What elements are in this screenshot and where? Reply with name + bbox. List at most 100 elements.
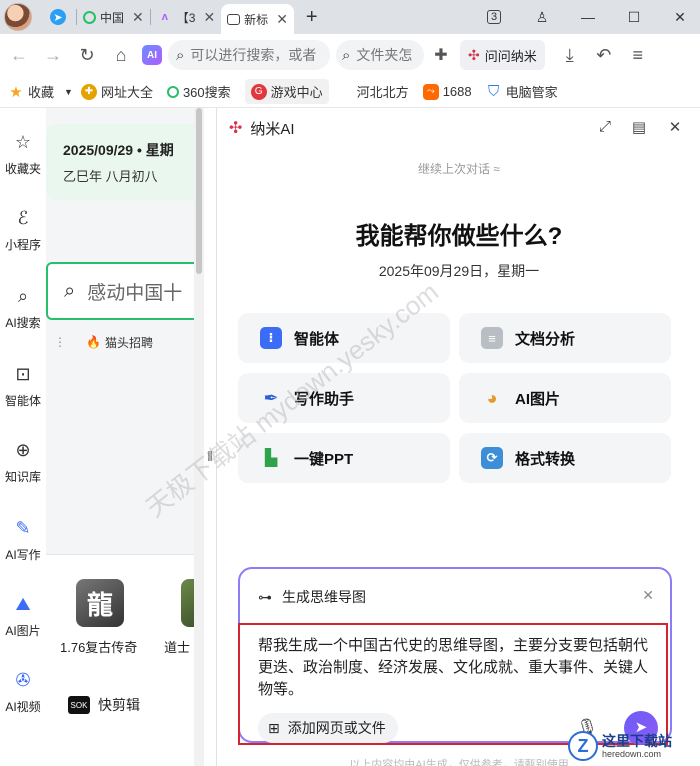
prompt-textarea[interactable]: 帮我生成一个中国古代史的思维导图，主要分支要包括朝代更迭、政治制度、经济发展、文… <box>238 623 668 745</box>
sidebar-item-label: AI图片 <box>5 624 41 638</box>
download-icon[interactable]: ⤓ <box>553 38 587 72</box>
continue-last-chat-link[interactable]: 继续上次对话 ≈ <box>217 160 700 177</box>
ask-nami-button[interactable]: ✣ 问问纳米 <box>460 40 545 70</box>
tab-label: 中国 <box>100 10 125 25</box>
quick-links: ⋮ 🔥 猫头招聘 <box>46 332 194 352</box>
bookmark-hebei[interactable]: 河北北方 <box>357 82 409 101</box>
close-window-icon[interactable]: ✕ <box>662 0 698 34</box>
panel-resize-handle[interactable]: ‖ <box>204 448 216 464</box>
tab-telegram[interactable]: ➤ <box>44 0 76 34</box>
home-icon[interactable]: ⌂ <box>104 38 138 72</box>
attach-label: 添加网页或文件 <box>287 720 386 736</box>
bookmark-pc-manager[interactable]: ⛉ 电脑管家 <box>486 82 558 101</box>
shirt-skin-icon[interactable]: ♙ <box>524 0 560 34</box>
knowledge-base-icon: ⊕ <box>15 440 31 460</box>
sidebar-item-ai-writing[interactable]: ✎ AI写作 <box>0 518 46 563</box>
prompt-text: 帮我生成一个中国古代史的思维导图，主要分支要包括朝代更迭、政治制度、经济发展、文… <box>258 637 649 698</box>
chart-icon: ▙ <box>264 450 278 467</box>
bookmark-site-nav[interactable]: ✚ 网址大全 <box>80 82 153 101</box>
panel-header: ✣ 纳米AI ⤢ ▤ ✕ <box>217 108 700 148</box>
new-tab-page-icon <box>227 13 241 25</box>
bookmark-label: 游戏中心 <box>270 85 323 100</box>
card-ai-image[interactable]: ◕ AI图片 <box>459 373 671 423</box>
forward-arrow-icon[interactable]: → <box>36 38 70 72</box>
sidebar-item-favorites[interactable]: ☆ 收藏夹 <box>0 132 46 177</box>
ntp-search-input[interactable]: ⌕ 感动中国十 <box>46 262 194 320</box>
star-icon: ★ <box>9 83 23 101</box>
chat-history-icon[interactable]: ▤ <box>629 118 649 136</box>
tab-close-icon[interactable]: ✕ <box>276 11 288 28</box>
new-tab-page: 2025/09/29 • 星期 乙巳年 八月初八 ⌕ 感动中国十 ⋮ 🔥 猫头招… <box>46 108 194 766</box>
tab-360-search[interactable]: 中国 ✕ <box>77 0 150 34</box>
date-line: 2025/09/29 • 星期 <box>63 142 174 158</box>
more-dots-icon[interactable]: ⋮ <box>54 335 66 349</box>
sidebar-item-ai-image[interactable]: ⛰ AI图片 <box>0 594 46 639</box>
tab-close-icon[interactable]: ✕ <box>203 9 215 26</box>
bookmark-360-search[interactable]: 360搜索 <box>166 82 231 101</box>
quick-link-label[interactable]: 猫头招聘 <box>105 334 153 351</box>
ai-badge-icon[interactable]: AI <box>142 45 162 65</box>
game-dragon-icon[interactable]: 龍 <box>76 579 124 627</box>
bookmark-label: 1688 <box>442 84 472 99</box>
nami-logo-icon: ✣ <box>229 120 243 137</box>
new-tab-plus-icon[interactable]: + <box>306 6 318 29</box>
scrollbar-thumb[interactable] <box>196 108 202 274</box>
minimize-icon[interactable]: — <box>570 0 606 34</box>
sidebar-item-knowledge-base[interactable]: ⊕ 知识库 <box>0 440 46 485</box>
card-agent[interactable]: ⁝ 智能体 <box>238 313 450 363</box>
game-taoist-icon[interactable] <box>181 579 194 627</box>
mindmap-skill-chip: ⊶ 生成思维导图 <box>258 587 366 607</box>
profile-avatar[interactable] <box>4 3 32 31</box>
sidebar-item-ai-video[interactable]: ✇ AI视频 <box>0 670 46 715</box>
ntp-scrollbar[interactable] <box>194 108 204 766</box>
menu-icon[interactable]: ≡ <box>621 38 655 72</box>
sidebar-item-mini-programs[interactable]: ℰ 小程序 <box>0 208 46 253</box>
search-icon: ⌕ <box>17 286 29 306</box>
game-label[interactable]: 道士 <box>164 637 190 656</box>
telegram-icon: ➤ <box>50 9 66 25</box>
close-icon[interactable]: ✕ <box>665 118 685 136</box>
tab-close-icon[interactable]: ✕ <box>132 9 144 26</box>
tab-count-button[interactable]: 3 <box>476 0 512 34</box>
app-kuaijian[interactable]: SOK 快剪辑 <box>68 695 140 715</box>
360-search-icon <box>166 85 179 98</box>
refresh-icon[interactable]: ↻ <box>70 38 104 72</box>
add-web-or-file-button[interactable]: ⊞ 添加网页或文件 <box>258 713 398 743</box>
sidebar-item-ai-search[interactable]: ⌕ AI搜索 <box>0 286 46 331</box>
back-arrow-icon[interactable]: ← <box>2 38 36 72</box>
search-box[interactable]: ⌕ 文件夹怎 <box>336 40 424 70</box>
convert-icon: ⟳ <box>481 447 503 469</box>
sidebar-item-label: AI写作 <box>5 548 41 562</box>
shield-icon: ⛉ <box>487 83 500 100</box>
close-icon[interactable]: ✕ <box>642 587 654 604</box>
add-file-icon: ⊞ <box>268 720 280 736</box>
panel-headline: 我能帮你做些什么? <box>355 223 563 250</box>
agent-icon: ⊡ <box>15 364 31 384</box>
card-one-click-ppt[interactable]: ▙ 一键PPT <box>238 433 450 483</box>
bookmark-favorites[interactable]: ★ 收藏 ▼ <box>8 82 73 101</box>
bookmark-game-center[interactable]: G 游戏中心 <box>244 79 329 104</box>
sidebar-item-label: 智能体 <box>4 394 41 408</box>
maximize-icon[interactable]: ☐ <box>616 0 652 34</box>
search-icon: ⌕ <box>176 46 185 64</box>
ntp-search-text: 感动中国十 <box>87 282 183 304</box>
game-label[interactable]: 1.76复古传奇 <box>60 637 137 656</box>
bookmark-1688[interactable]: ⤳ 1688 <box>422 83 472 100</box>
tab-ai-page[interactable]: ᴧ 【3 ✕ <box>151 0 221 34</box>
address-bar[interactable]: ⌕ 可以进行搜索，或者 <box>168 40 330 70</box>
app-label: 快剪辑 <box>98 697 140 713</box>
extensions-puzzle-icon[interactable]: ✚ <box>424 38 458 72</box>
tab-new-tab[interactable]: 新标 ✕ <box>221 4 294 34</box>
game-center-icon: G <box>250 83 267 100</box>
bookmark-label: 收藏 <box>28 85 55 100</box>
undo-icon[interactable]: ↶ <box>587 38 621 72</box>
expand-icon[interactable]: ⤢ <box>595 118 615 135</box>
card-document-analysis[interactable]: ≡ 文档分析 <box>459 313 671 363</box>
chevron-down-icon[interactable]: ▼ <box>64 87 73 97</box>
card-writing-assistant[interactable]: ✒ 写作助手 <box>238 373 450 423</box>
sidebar-item-agents[interactable]: ⊡ 智能体 <box>0 364 46 409</box>
card-format-convert[interactable]: ⟳ 格式转换 <box>459 433 671 483</box>
search-icon: ⌕ <box>342 46 351 64</box>
search-placeholder: 文件夹怎 <box>356 47 413 63</box>
agent-icon: ⁝ <box>260 327 282 349</box>
